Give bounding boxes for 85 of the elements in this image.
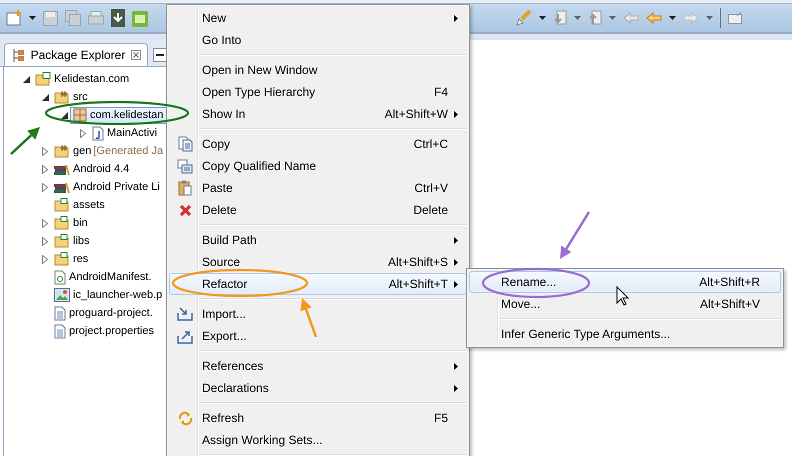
menu-item[interactable]: Build Path	[169, 229, 467, 251]
tree-item[interactable]: project.properties	[51, 322, 166, 340]
tree-item[interactable]: assets	[51, 196, 166, 214]
back-arrow-icon[interactable]	[623, 12, 639, 24]
menu-item[interactable]: Rename... Alt+Shift+R	[469, 271, 781, 293]
text-file-icon	[54, 324, 66, 338]
menu-item[interactable]: Assign Working Sets...	[169, 429, 467, 451]
tree-item[interactable]: res	[51, 250, 166, 268]
paste-clipboard-icon	[178, 180, 192, 196]
tree-item[interactable]: ic_launcher-web.p	[51, 286, 166, 304]
print-icon[interactable]	[88, 11, 104, 25]
mouse-cursor-icon	[616, 286, 630, 306]
dropdown-arrow-icon[interactable]	[669, 16, 676, 20]
copy-icon	[177, 158, 193, 174]
export-icon	[177, 328, 193, 344]
menu-item[interactable]: Refactor Alt+Shift+T	[169, 273, 467, 295]
minimize-icon[interactable]	[153, 48, 166, 62]
menu-item[interactable]: Infer Generic Type Arguments...	[469, 323, 781, 345]
window-icon[interactable]	[728, 12, 742, 24]
expanded-arrow-icon[interactable]	[42, 94, 48, 100]
refresh-icon	[178, 410, 192, 426]
collapsed-arrow-icon[interactable]	[80, 128, 86, 138]
tree-item[interactable]: MainActivi	[89, 124, 166, 142]
collapsed-arrow-icon[interactable]	[42, 182, 48, 192]
collapsed-arrow-icon[interactable]	[42, 254, 48, 264]
menu-item[interactable]: Paste Ctrl+V	[169, 177, 467, 199]
folder-icon	[54, 252, 70, 266]
tree-item[interactable]: bin	[51, 214, 166, 232]
tree-item[interactable]: AndroidManifest.	[51, 268, 166, 286]
source-folder-icon	[54, 144, 70, 158]
menu-item[interactable]: Import...	[169, 303, 467, 325]
java-file-icon	[92, 126, 104, 140]
import-icon	[177, 307, 193, 321]
tree-item[interactable]: src	[51, 88, 166, 106]
android-device-icon[interactable]	[132, 9, 148, 27]
collapsed-arrow-icon[interactable]	[42, 236, 48, 246]
collapsed-arrow-icon[interactable]	[42, 218, 48, 228]
tree-item[interactable]: proguard-project.	[51, 304, 166, 322]
save-icon[interactable]	[43, 10, 58, 26]
menu-item[interactable]: Export...	[169, 325, 467, 347]
dropdown-arrow-icon[interactable]	[29, 16, 36, 20]
tree-item[interactable]: Android 4.4	[51, 160, 166, 178]
library-books-icon	[54, 180, 70, 194]
tree-item[interactable]: libs	[51, 232, 166, 250]
package-explorer-icon	[13, 48, 25, 62]
tree-item[interactable]: gen [Generated Ja	[51, 142, 166, 160]
tree-item[interactable]: Android Private Li	[51, 178, 166, 196]
menu-item[interactable]: Copy Qualified Name	[169, 155, 467, 177]
expanded-arrow-icon[interactable]	[60, 112, 68, 118]
package-explorer-tab[interactable]: Package Explorer	[4, 43, 148, 66]
tree-item[interactable]: com.kelidestan	[70, 106, 166, 124]
close-icon[interactable]	[131, 50, 141, 60]
menu-item[interactable]: Delete Delete	[169, 199, 467, 221]
menu-item[interactable]: References	[169, 355, 467, 377]
folder-icon	[54, 216, 70, 230]
collapsed-arrow-icon[interactable]	[42, 164, 48, 174]
back-arrow-icon[interactable]	[646, 12, 662, 24]
menu-item[interactable]: Open in New Window	[169, 59, 467, 81]
source-folder-icon	[54, 90, 70, 104]
menu-item[interactable]: Declarations	[169, 377, 467, 399]
image-file-icon	[54, 288, 70, 302]
folder-icon	[54, 198, 70, 212]
tree-item-decoration: [Generated Ja	[93, 145, 164, 157]
menu-item[interactable]: Refresh F5	[169, 407, 467, 429]
brush-icon[interactable]	[516, 10, 532, 26]
file-icon	[54, 270, 66, 284]
collapsed-arrow-icon[interactable]	[42, 146, 48, 156]
project-folder-icon	[35, 72, 51, 86]
text-file-icon	[54, 306, 66, 320]
delete-icon	[178, 204, 192, 216]
folder-icon	[54, 234, 70, 248]
expanded-arrow-icon[interactable]	[22, 76, 30, 82]
menu-item[interactable]: Source Alt+Shift+S	[169, 251, 467, 273]
package-icon	[73, 108, 87, 122]
menu-item[interactable]: Copy Ctrl+C	[169, 133, 467, 155]
dropdown-arrow-icon[interactable]	[539, 16, 546, 20]
menu-item[interactable]: Open Type Hierarchy F4	[169, 81, 467, 103]
menu-item[interactable]: Show In Alt+Shift+W	[169, 103, 467, 125]
copy-icon	[178, 136, 192, 152]
new-window-icon[interactable]	[6, 10, 22, 26]
menu-item[interactable]: Move... Alt+Shift+V	[469, 293, 781, 315]
menu-item[interactable]: Go Into	[169, 29, 467, 51]
download-icon[interactable]	[111, 9, 125, 27]
tree-item[interactable]: Kelidestan.com	[32, 70, 166, 88]
library-books-icon	[54, 162, 70, 176]
